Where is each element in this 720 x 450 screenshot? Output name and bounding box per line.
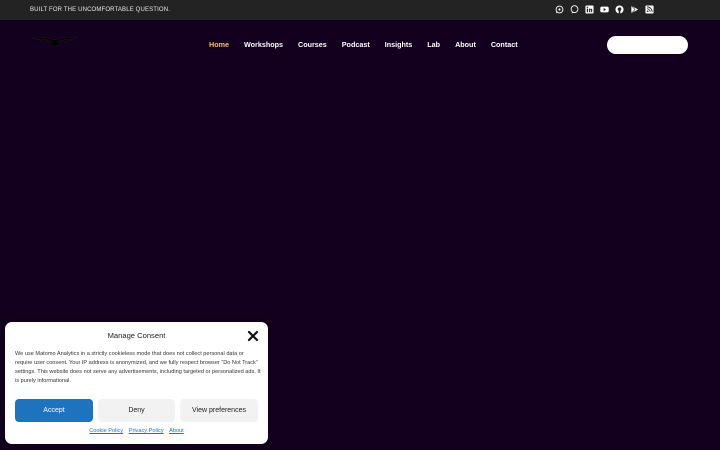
nav-about[interactable]: About: [455, 36, 476, 53]
nav-podcast[interactable]: Podcast: [342, 36, 370, 53]
consent-links: Cookie Policy Privacy Policy About: [5, 428, 268, 434]
tagline: BUILT FOR THE UNCOMFORTABLE QUESTION.: [30, 7, 171, 13]
view-preferences-button[interactable]: View preferences: [180, 399, 258, 422]
nav-contact[interactable]: Contact: [491, 36, 518, 53]
google-play-icon[interactable]: [630, 5, 639, 14]
privacy-policy-link[interactable]: Privacy Policy: [129, 428, 164, 434]
consent-title: Manage Consent: [107, 331, 166, 340]
github-icon[interactable]: [615, 5, 624, 14]
site-header: Home Workshops Courses Podcast Insights …: [0, 20, 720, 70]
whatsapp-icon[interactable]: [555, 5, 564, 14]
nav-lab[interactable]: Lab: [427, 36, 440, 53]
close-icon[interactable]: [247, 330, 259, 342]
nav-courses[interactable]: Courses: [298, 36, 327, 53]
nav-workshops[interactable]: Workshops: [244, 36, 283, 53]
about-link[interactable]: About: [169, 428, 184, 434]
consent-dialog: Manage Consent We use Matomo Analytics i…: [5, 322, 268, 444]
cta-button[interactable]: [607, 36, 688, 54]
social-links: [555, 5, 654, 14]
site-logo[interactable]: [31, 34, 79, 50]
accept-button[interactable]: Accept: [15, 399, 93, 422]
youtube-icon[interactable]: [600, 5, 609, 14]
nav-home[interactable]: Home: [209, 36, 229, 53]
cookie-policy-link[interactable]: Cookie Policy: [89, 428, 123, 434]
nav-insights[interactable]: Insights: [385, 36, 413, 53]
chat-icon[interactable]: [570, 5, 579, 14]
rss-icon[interactable]: [645, 5, 654, 14]
deny-button[interactable]: Deny: [98, 399, 175, 422]
consent-message: We use Matomo Analytics in a strictly co…: [15, 351, 261, 384]
top-bar: BUILT FOR THE UNCOMFORTABLE QUESTION.: [0, 0, 720, 20]
linkedin-icon[interactable]: [585, 5, 594, 14]
main-nav: Home Workshops Courses Podcast Insights …: [209, 36, 518, 53]
